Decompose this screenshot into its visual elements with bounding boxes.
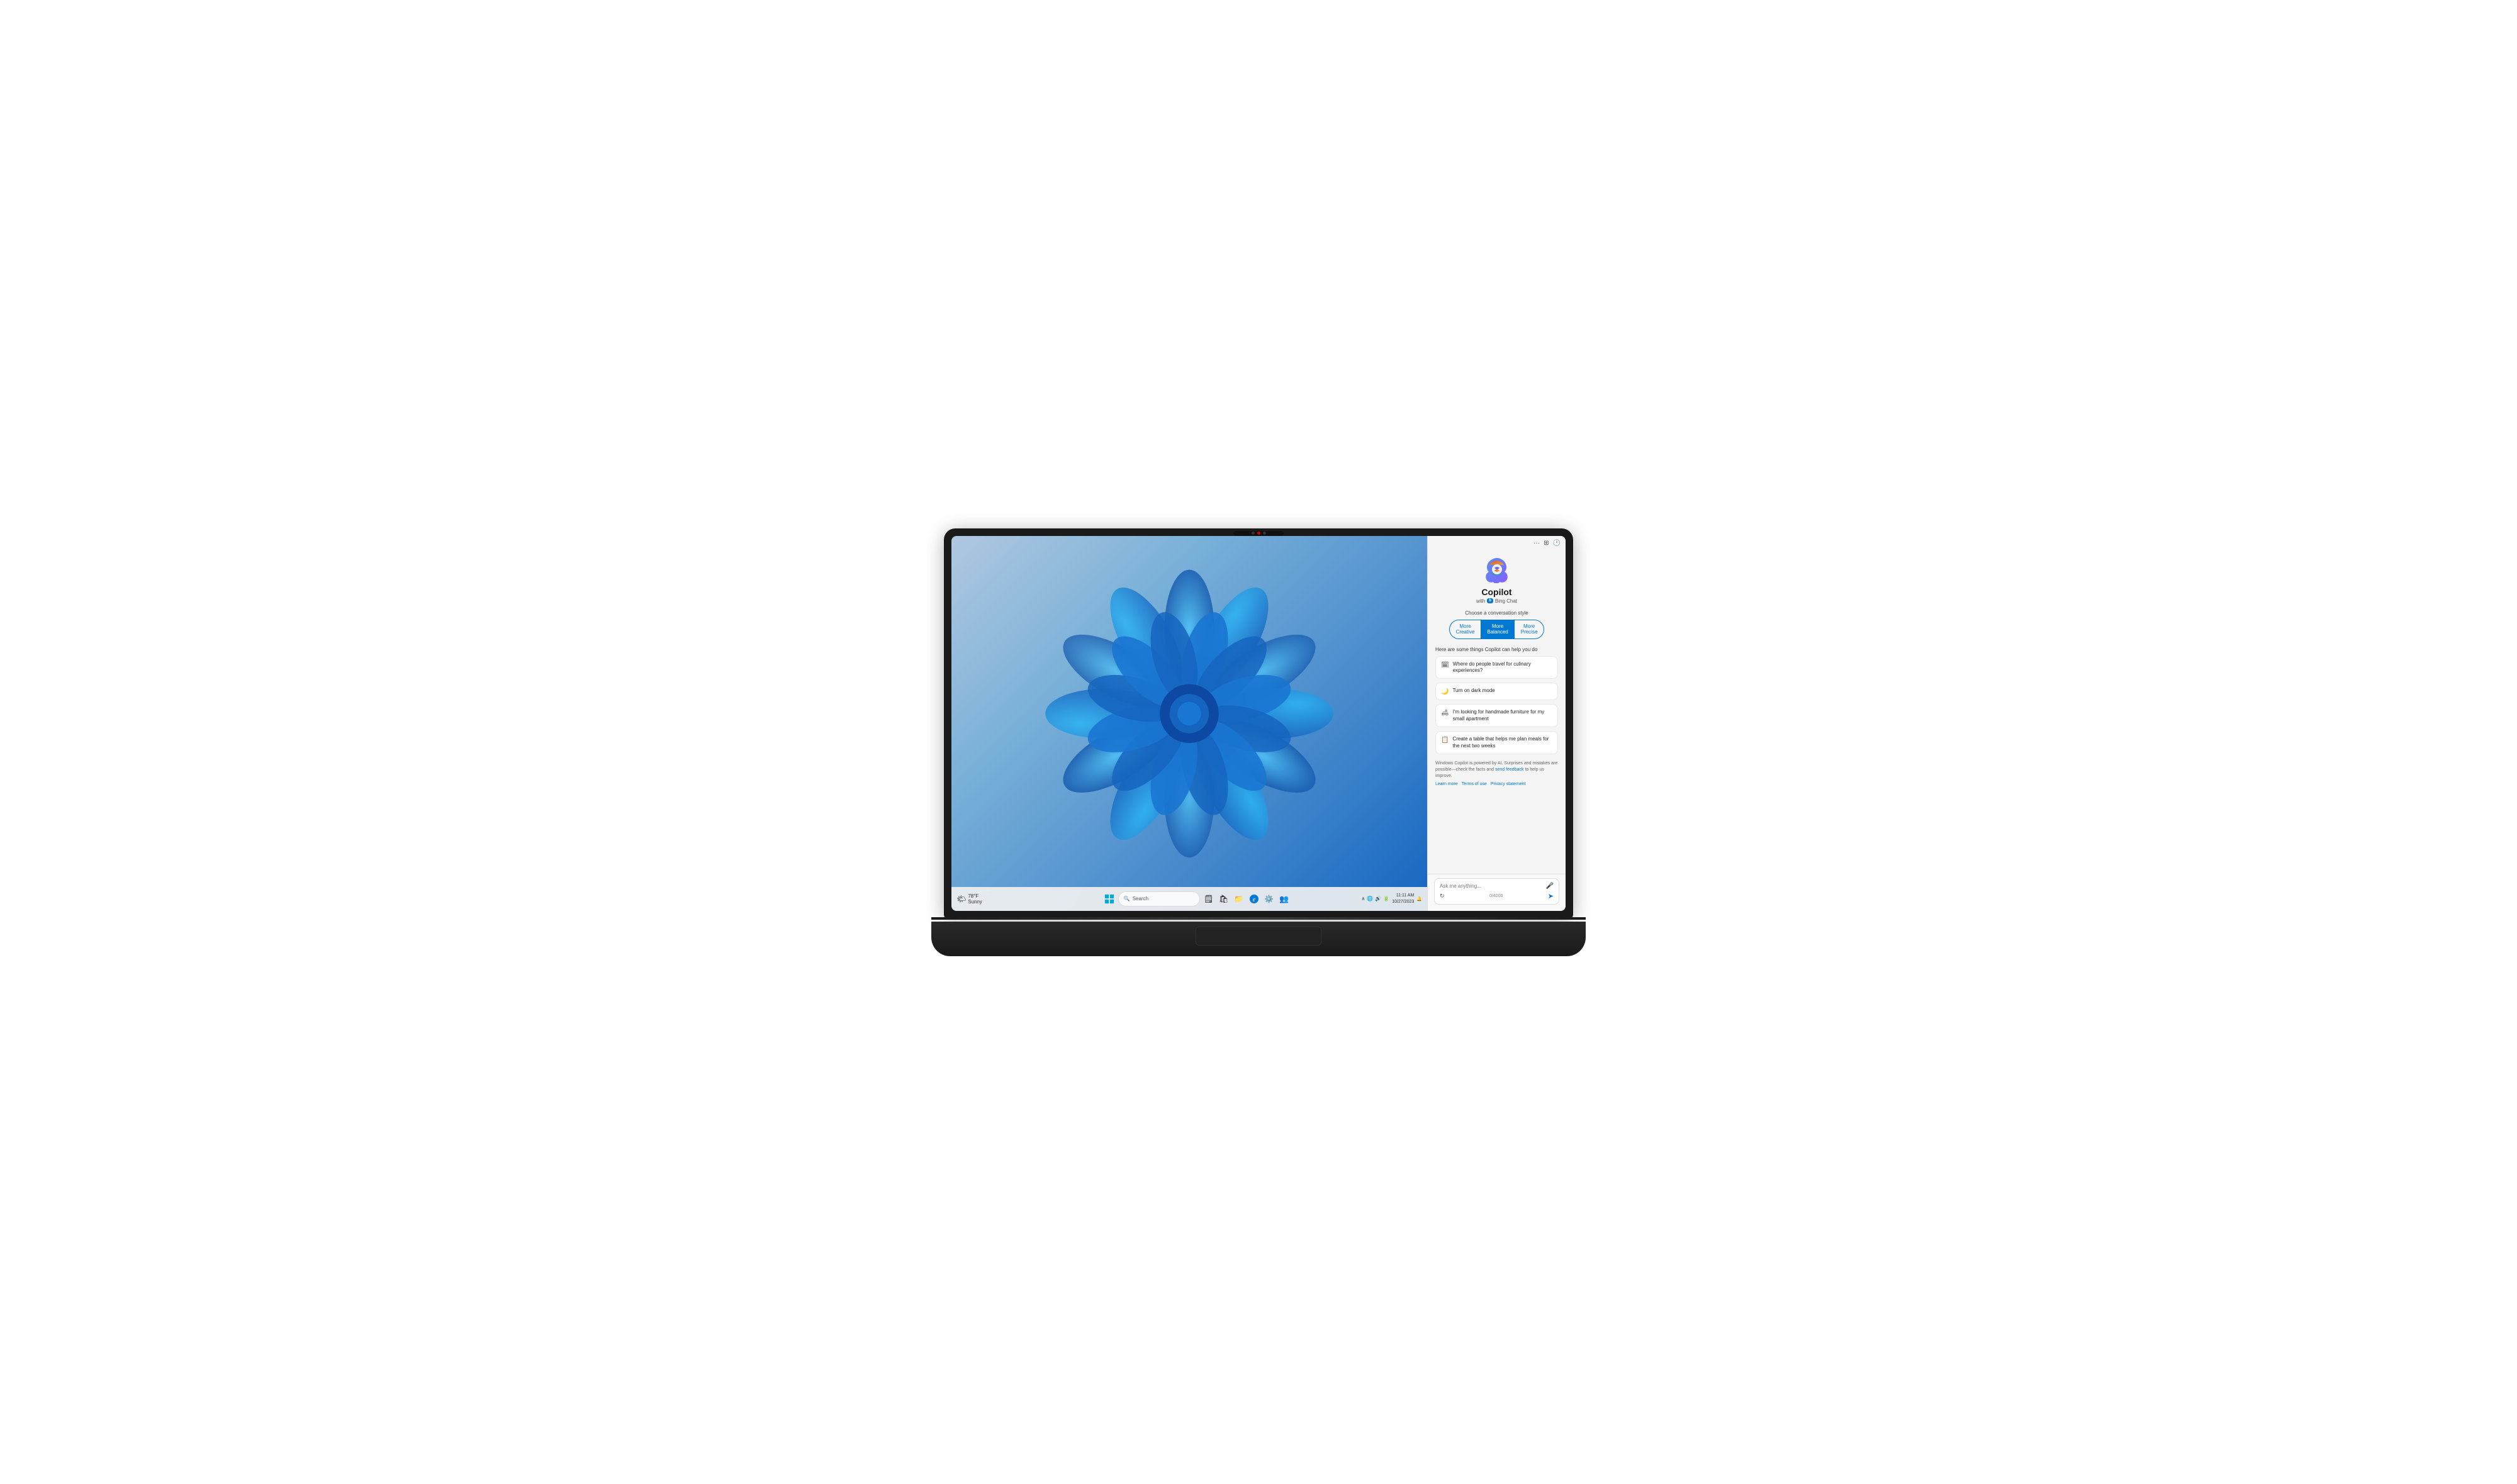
new-chat-button[interactable]: ⊞ (1544, 540, 1549, 547)
taskbar-icon-widgets[interactable]: 🗒 (1202, 893, 1215, 905)
style-creative-button[interactable]: MoreCreative (1450, 620, 1481, 639)
chat-input-area[interactable]: 🎤 ↻ 0/4000 ➤ (1434, 878, 1559, 905)
laptop-base (931, 922, 1586, 956)
taskbar-icon-files[interactable]: 📁 (1233, 893, 1245, 905)
clock[interactable]: 11:11 AM 10/27/2023 (1392, 893, 1414, 904)
culinary-icon: 🗓 (1441, 662, 1449, 669)
tray-arrow[interactable]: ∧ (1361, 896, 1365, 901)
style-buttons: MoreCreative MoreBalanced MorePrecise (1449, 620, 1545, 639)
disclaimer-links: Learn more Terms of use Privacy statemen… (1435, 781, 1558, 788)
taskbar-icon-store[interactable]: 🛍 (1218, 893, 1230, 905)
copilot-logo (1483, 555, 1511, 583)
history-button[interactable]: 🕐 (1553, 540, 1561, 547)
copilot-title: Copilot (1481, 587, 1511, 597)
dark-mode-icon: 🌙 (1441, 688, 1449, 695)
system-tray[interactable]: ∧ 🌐 🔊 🔋 (1361, 896, 1389, 901)
suggestions-label: Here are some things Copilot can help yo… (1435, 647, 1558, 652)
more-options-button[interactable]: ··· (1533, 540, 1540, 547)
webcam-lens (1257, 532, 1260, 535)
copilot-subtitle: with b Bing Chat (1476, 598, 1517, 604)
taskbar-icon-settings[interactable]: ⚙️ (1263, 893, 1275, 905)
suggestion-culinary-text: Where do people travel for culinary expe… (1453, 661, 1552, 674)
taskbar-icon-teams[interactable]: 👥 (1278, 893, 1291, 905)
taskbar-icon-edge[interactable]: e (1248, 893, 1260, 905)
windows-flower-wallpaper (1026, 544, 1353, 871)
send-button[interactable]: ➤ (1548, 892, 1554, 900)
taskbar-search[interactable]: 🔍 Search (1118, 891, 1200, 907)
laptop-hinge (931, 917, 1586, 920)
bing-icon: b (1489, 599, 1491, 603)
copilot-panel: ··· ⊞ 🕐 (1427, 536, 1566, 911)
furniture-icon: 🛋 (1441, 710, 1449, 717)
chat-input[interactable] (1440, 883, 1544, 889)
webcam-bar (1233, 531, 1284, 536)
privacy-link[interactable]: Privacy statement (1491, 781, 1526, 788)
mic-icon[interactable]: 🎤 (1546, 883, 1554, 890)
bing-badge: b (1487, 598, 1493, 603)
notification-bell[interactable]: 🔔 (1416, 896, 1422, 901)
desktop[interactable]: 🌤 78°F Sunny (951, 536, 1427, 911)
copilot-footer: 🎤 ↻ 0/4000 ➤ (1428, 874, 1566, 911)
taskbar-center: 🔍 Search 🗒 🛍 📁 e ⚙️ (1032, 891, 1361, 907)
search-icon: 🔍 (1124, 896, 1130, 901)
style-precise-button[interactable]: MorePrecise (1515, 620, 1544, 639)
weather-widget[interactable]: 🌤 78°F Sunny (956, 893, 982, 905)
terms-link[interactable]: Terms of use (1462, 781, 1487, 788)
copilot-disclaimer: Windows Copilot is powered by AI. Surpri… (1435, 761, 1558, 788)
weather-icon: 🌤 (956, 895, 966, 903)
style-balanced-button[interactable]: MoreBalanced (1481, 620, 1514, 639)
meals-icon: 📋 (1441, 737, 1449, 744)
tray-network[interactable]: 🌐 (1367, 896, 1373, 901)
clock-date: 10/27/2023 (1392, 899, 1414, 905)
weather-condition: Sunny (968, 899, 982, 905)
taskbar-right: ∧ 🌐 🔊 🔋 11:11 AM 10/27/2023 🔔 (1361, 893, 1422, 904)
suggestion-furniture-text: I'm looking for handmade furniture for m… (1453, 709, 1552, 722)
suggestion-dark-mode-text: Turn on dark mode (1452, 688, 1494, 694)
search-label: Search (1133, 896, 1148, 901)
clock-time: 11:11 AM (1392, 893, 1414, 898)
char-count: 0/4000 (1489, 894, 1503, 898)
svg-text:e: e (1253, 896, 1256, 903)
laptop-lid: 🌤 78°F Sunny (944, 528, 1573, 918)
tray-battery[interactable]: 🔋 (1383, 896, 1389, 901)
suggestion-culinary[interactable]: 🗓 Where do people travel for culinary ex… (1435, 656, 1558, 679)
suggestion-meals-text: Create a table that helps me plan meals … (1452, 736, 1552, 749)
taskbar: 🌤 78°F Sunny (951, 887, 1427, 911)
laptop: 🌤 78°F Sunny (944, 528, 1573, 956)
subtitle-with: with (1476, 598, 1485, 604)
suggestion-dark-mode[interactable]: 🌙 Turn on dark mode (1435, 683, 1558, 700)
refresh-icon[interactable]: ↻ (1440, 893, 1445, 900)
taskbar-left: 🌤 78°F Sunny (956, 893, 1032, 905)
suggestion-furniture[interactable]: 🛋 I'm looking for handmade furniture for… (1435, 704, 1558, 727)
weather-temp: 78°F (968, 893, 982, 899)
bing-chat-label: Bing Chat (1495, 598, 1517, 604)
screen: 🌤 78°F Sunny (951, 536, 1566, 911)
start-button[interactable] (1103, 893, 1116, 905)
webcam-sensor (1263, 532, 1266, 535)
learn-more-link[interactable]: Learn more (1435, 781, 1458, 788)
tray-sound[interactable]: 🔊 (1375, 896, 1381, 901)
webcam-indicator (1252, 532, 1255, 535)
send-feedback-link[interactable]: send feedback (1495, 767, 1524, 772)
suggestion-meals[interactable]: 📋 Create a table that helps me plan meal… (1435, 731, 1558, 754)
copilot-content: Copilot with b Bing Chat Choose a conver… (1428, 550, 1566, 874)
trackpad[interactable] (1196, 927, 1321, 946)
conversation-style-label: Choose a conversation style (1465, 610, 1528, 616)
copilot-topbar: ··· ⊞ 🕐 (1428, 536, 1566, 550)
